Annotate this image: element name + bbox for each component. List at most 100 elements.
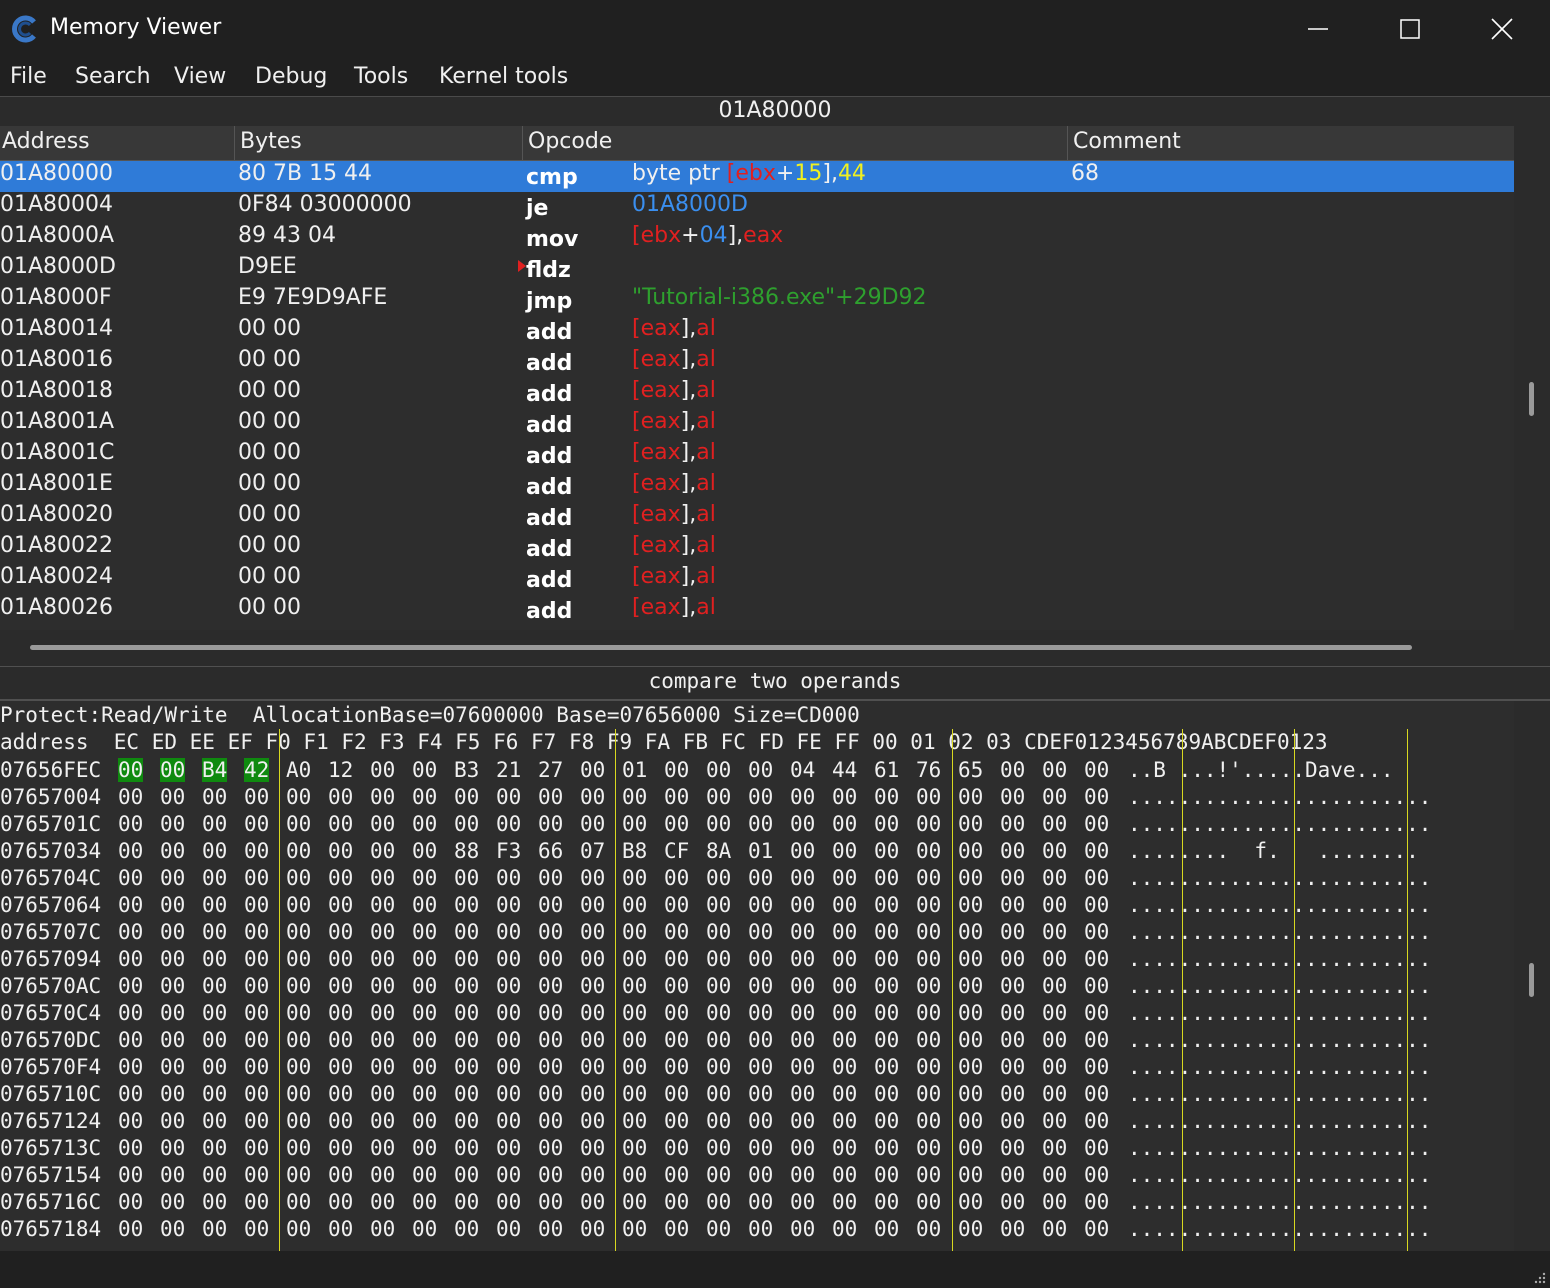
hex-byte[interactable]: 00 <box>916 920 941 944</box>
hex-byte[interactable]: 00 <box>1042 812 1067 836</box>
hex-byte[interactable]: 00 <box>958 1082 983 1106</box>
hex-byte[interactable]: 00 <box>244 1190 269 1214</box>
hex-byte[interactable]: 00 <box>748 1082 773 1106</box>
hex-byte[interactable]: 00 <box>244 1217 269 1241</box>
hex-byte[interactable]: 00 <box>664 1136 689 1160</box>
hex-byte[interactable]: 00 <box>538 1163 563 1187</box>
hex-ascii[interactable]: ........................ <box>1128 920 1431 944</box>
hex-byte[interactable]: 00 <box>622 1055 647 1079</box>
hex-byte[interactable]: 00 <box>706 1163 731 1187</box>
hex-byte[interactable]: 00 <box>958 1001 983 1025</box>
hex-byte[interactable]: 00 <box>1042 1055 1067 1079</box>
hex-byte[interactable]: 00 <box>832 866 857 890</box>
hex-byte[interactable]: 00 <box>286 1028 311 1052</box>
hex-byte[interactable]: 00 <box>160 1001 185 1025</box>
hex-byte[interactable]: 00 <box>370 893 395 917</box>
hex-byte[interactable]: 00 <box>874 1082 899 1106</box>
hex-byte[interactable]: 00 <box>790 1190 815 1214</box>
hex-byte[interactable]: 00 <box>580 1001 605 1025</box>
hex-byte[interactable]: 00 <box>706 785 731 809</box>
hex-byte[interactable]: 00 <box>1042 1001 1067 1025</box>
hex-byte[interactable]: 00 <box>118 1163 143 1187</box>
hex-byte[interactable]: 00 <box>160 1028 185 1052</box>
hex-byte[interactable]: 00 <box>706 1217 731 1241</box>
hex-byte[interactable]: 00 <box>1000 1082 1025 1106</box>
hex-byte[interactable]: 00 <box>832 1055 857 1079</box>
hex-byte[interactable]: 00 <box>706 1082 731 1106</box>
hex-byte[interactable]: 00 <box>580 758 605 782</box>
hex-byte[interactable]: 00 <box>412 812 437 836</box>
hex-byte[interactable]: 00 <box>748 974 773 998</box>
hex-byte[interactable]: 00 <box>916 1028 941 1052</box>
hex-row[interactable]: 07657184 <box>0 1217 101 1241</box>
hex-byte[interactable]: 00 <box>664 758 689 782</box>
hex-byte[interactable]: B3 <box>454 758 479 782</box>
hex-byte[interactable]: 00 <box>916 1163 941 1187</box>
hex-row[interactable]: 07657124 <box>0 1109 101 1133</box>
hex-byte[interactable]: 00 <box>748 1109 773 1133</box>
hex-byte[interactable]: 00 <box>664 974 689 998</box>
hex-byte[interactable]: 00 <box>916 812 941 836</box>
hex-byte[interactable]: 00 <box>1084 839 1109 863</box>
hex-byte[interactable]: 00 <box>790 785 815 809</box>
hex-byte[interactable]: 00 <box>244 1028 269 1052</box>
hex-byte[interactable]: 00 <box>916 866 941 890</box>
hex-byte[interactable]: 00 <box>328 1163 353 1187</box>
hex-row[interactable]: 07657154 <box>0 1163 101 1187</box>
hex-byte[interactable]: 00 <box>958 1055 983 1079</box>
hex-byte[interactable]: 00 <box>1000 1190 1025 1214</box>
hex-byte[interactable]: 00 <box>580 920 605 944</box>
hex-byte[interactable]: 00 <box>706 1136 731 1160</box>
hex-byte[interactable]: 00 <box>790 866 815 890</box>
menu-tools[interactable]: Tools <box>354 64 408 89</box>
hex-byte[interactable]: 00 <box>958 1028 983 1052</box>
hex-byte[interactable]: 00 <box>1042 1190 1067 1214</box>
hex-row[interactable]: 0765710C <box>0 1082 101 1106</box>
disassembler-row[interactable]: 01A8000D D9EE fldz <box>0 254 1514 285</box>
hex-byte[interactable]: 00 <box>958 1109 983 1133</box>
hex-byte[interactable]: 00 <box>160 974 185 998</box>
hex-byte[interactable]: 00 <box>1084 974 1109 998</box>
column-bytes[interactable]: Bytes <box>240 129 302 154</box>
hex-byte[interactable]: 00 <box>496 1082 521 1106</box>
hex-byte[interactable]: 00 <box>790 1109 815 1133</box>
hex-byte[interactable]: 00 <box>1000 839 1025 863</box>
hex-byte[interactable]: 01 <box>622 758 647 782</box>
hex-byte[interactable]: 00 <box>454 893 479 917</box>
hex-byte[interactable]: 00 <box>454 947 479 971</box>
hex-byte[interactable]: 00 <box>118 785 143 809</box>
hex-byte[interactable]: 00 <box>1084 758 1109 782</box>
hex-byte[interactable]: 00 <box>454 812 479 836</box>
hex-byte[interactable]: 00 <box>412 1001 437 1025</box>
hex-byte[interactable]: 00 <box>832 1109 857 1133</box>
hex-byte[interactable]: 00 <box>118 1136 143 1160</box>
hex-byte[interactable]: 00 <box>916 974 941 998</box>
hex-ascii[interactable]: ........................ <box>1128 974 1431 998</box>
hex-ascii[interactable]: ..B ...!'.....Dave... <box>1128 758 1394 782</box>
hex-byte[interactable]: 00 <box>874 947 899 971</box>
hex-byte[interactable]: 00 <box>622 1163 647 1187</box>
hex-byte[interactable]: 00 <box>706 1001 731 1025</box>
hex-byte[interactable]: 00 <box>748 893 773 917</box>
hex-byte[interactable]: A0 <box>286 758 311 782</box>
hex-byte[interactable]: 00 <box>1084 1136 1109 1160</box>
hex-byte[interactable]: 00 <box>328 1109 353 1133</box>
hex-byte[interactable]: 00 <box>832 812 857 836</box>
hex-byte[interactable]: 00 <box>664 785 689 809</box>
hex-byte[interactable]: 00 <box>370 1217 395 1241</box>
hex-byte[interactable]: 00 <box>706 1055 731 1079</box>
hex-byte[interactable]: 00 <box>1084 1217 1109 1241</box>
hex-byte[interactable]: 00 <box>286 1190 311 1214</box>
hex-byte[interactable]: 00 <box>538 1028 563 1052</box>
hex-byte[interactable]: 04 <box>790 758 815 782</box>
disassembler-view[interactable]: Address Bytes Opcode Comment 01A80000 80 … <box>0 126 1514 630</box>
hex-byte[interactable]: 00 <box>1042 1082 1067 1106</box>
hex-byte[interactable]: 00 <box>622 1109 647 1133</box>
hex-byte[interactable]: 00 <box>790 920 815 944</box>
current-address-bar[interactable]: 01A80000 <box>0 96 1550 128</box>
hex-byte[interactable]: 00 <box>286 1109 311 1133</box>
hex-byte[interactable]: 00 <box>790 893 815 917</box>
hex-byte[interactable]: 07 <box>580 839 605 863</box>
hex-byte[interactable]: 00 <box>538 947 563 971</box>
hex-byte[interactable]: 00 <box>244 974 269 998</box>
